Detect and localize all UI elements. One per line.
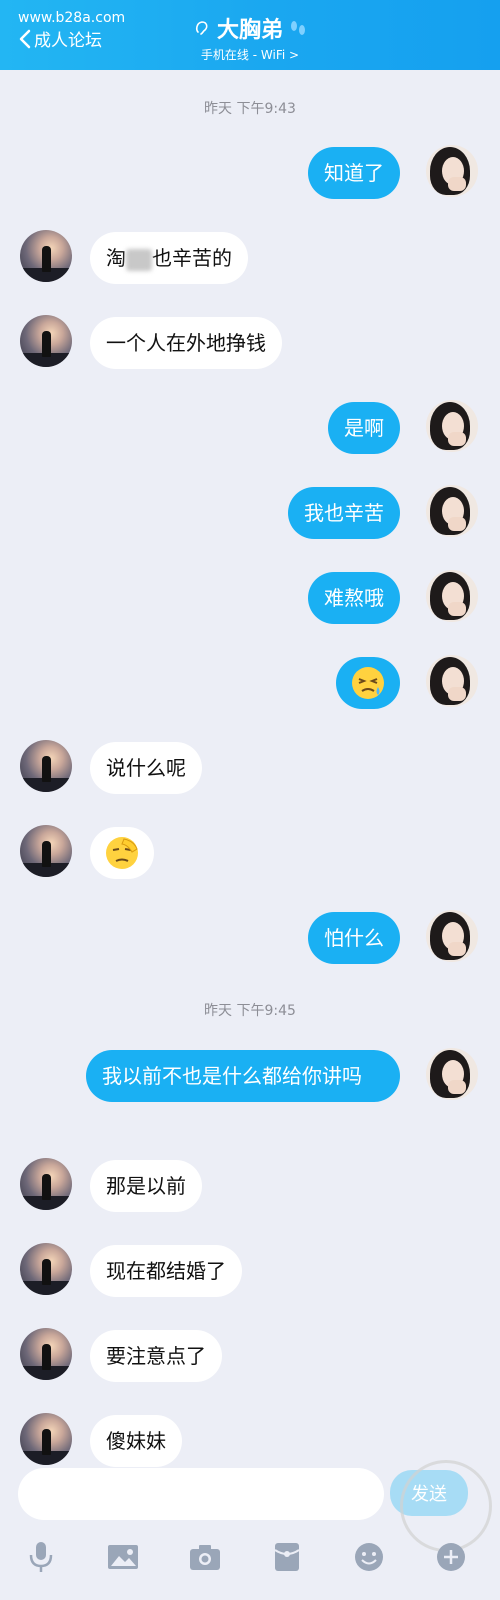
my-avatar[interactable] xyxy=(426,400,478,452)
contact-avatar[interactable] xyxy=(20,1243,72,1295)
contact-avatar[interactable] xyxy=(20,1158,72,1210)
contact-info[interactable]: 大胸弟 手机在线 - WiFi > xyxy=(0,12,500,63)
incoming-message[interactable]: 现在都结婚了 xyxy=(90,1245,242,1297)
microphone-button[interactable] xyxy=(22,1538,60,1576)
image-icon xyxy=(108,1545,138,1569)
my-avatar[interactable] xyxy=(426,485,478,537)
contact-avatar[interactable] xyxy=(20,230,72,282)
incoming-message[interactable] xyxy=(90,827,154,879)
plus-button[interactable] xyxy=(432,1538,470,1576)
input-toolbar xyxy=(0,1524,500,1594)
incoming-message[interactable]: 说什么呢 xyxy=(90,742,202,794)
my-avatar[interactable] xyxy=(426,570,478,622)
outgoing-message[interactable]: 我以前不也是什么都给你讲吗 xyxy=(86,1050,400,1102)
outgoing-message[interactable]: 是啊 xyxy=(328,402,400,454)
emoji-button[interactable] xyxy=(350,1538,388,1576)
online-status: 手机在线 - WiFi > xyxy=(200,48,300,62)
my-avatar[interactable] xyxy=(426,655,478,707)
message-input[interactable] xyxy=(18,1468,384,1520)
sad-sweat-emoji xyxy=(352,667,384,699)
message-text-part: 淘 xyxy=(106,246,126,270)
footprints-icon xyxy=(291,21,305,35)
incoming-message[interactable]: 要注意点了 xyxy=(90,1330,222,1382)
incoming-message[interactable]: 淘 也辛苦的 xyxy=(90,232,248,284)
timestamp: 昨天 下午9:45 xyxy=(204,1003,296,1019)
emoji-icon xyxy=(355,1543,383,1571)
my-avatar[interactable] xyxy=(426,1048,478,1100)
contact-avatar[interactable] xyxy=(20,825,72,877)
outgoing-message[interactable] xyxy=(336,657,400,709)
outgoing-message[interactable]: 难熬哦 xyxy=(308,572,400,624)
my-avatar[interactable] xyxy=(426,910,478,962)
contact-avatar[interactable] xyxy=(20,740,72,792)
camera-button[interactable] xyxy=(186,1538,224,1576)
outgoing-message[interactable]: 怕什么 xyxy=(308,912,400,964)
redacted-blur xyxy=(126,248,152,271)
outgoing-message[interactable]: 我也辛苦 xyxy=(288,487,400,539)
image-button[interactable] xyxy=(104,1538,142,1576)
chat-header: www.b28a.com 成人论坛 大胸弟 手机在线 - WiFi > xyxy=(0,0,500,70)
red-packet-icon xyxy=(274,1543,300,1571)
outgoing-message[interactable]: 知道了 xyxy=(308,147,400,199)
red-packet-button[interactable] xyxy=(268,1538,306,1576)
incoming-message[interactable]: 一个人在外地挣钱 xyxy=(90,317,282,369)
contact-avatar[interactable] xyxy=(20,1413,72,1465)
incoming-message[interactable]: 那是以前 xyxy=(90,1160,202,1212)
plus-icon xyxy=(437,1543,465,1571)
camera-icon xyxy=(190,1545,220,1570)
ear-icon xyxy=(195,21,208,35)
contact-avatar[interactable] xyxy=(20,1328,72,1380)
contact-avatar[interactable] xyxy=(20,315,72,367)
contact-name: 大胸弟 xyxy=(216,18,283,43)
incoming-message[interactable]: 傻妹妹 xyxy=(90,1415,182,1467)
message-text-part: 也辛苦的 xyxy=(152,246,232,270)
facepalm-emoji xyxy=(106,837,138,869)
microphone-icon xyxy=(29,1542,53,1572)
timestamp: 昨天 下午9:43 xyxy=(204,101,296,117)
my-avatar[interactable] xyxy=(426,145,478,197)
